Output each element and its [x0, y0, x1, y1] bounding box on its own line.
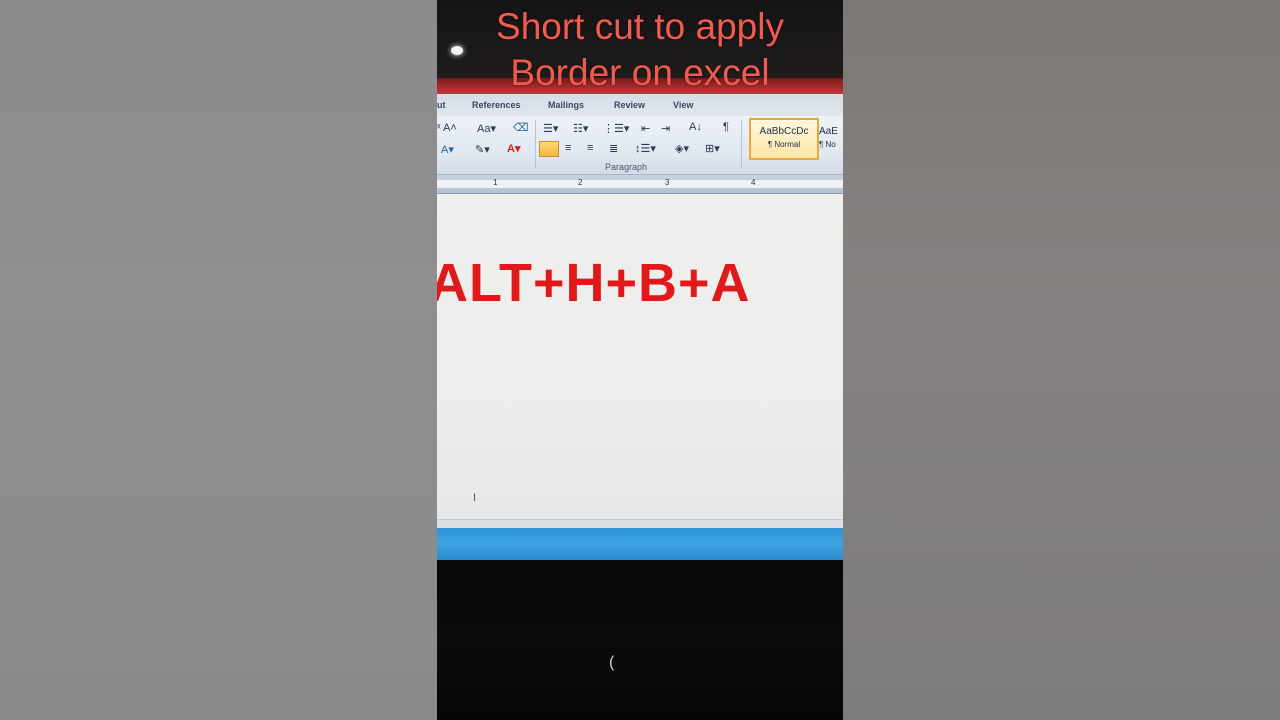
- tab-view[interactable]: View: [673, 100, 693, 110]
- group-divider: [741, 120, 742, 168]
- shortcut-text: ALT+H+B+A: [437, 253, 751, 313]
- style-no-spacing-preview: AaE: [819, 126, 838, 137]
- multilevel-list-icon[interactable]: ⋮☰▾: [603, 122, 629, 135]
- text-cursor-icon: I: [473, 492, 477, 504]
- align-right-icon[interactable]: ≡: [587, 142, 593, 154]
- reflection-glint: (: [609, 654, 615, 671]
- ribbon-home: ˣ A˄ Aa▾ ⌫ A▾ ✎▾ A▾ ☰▾ ☷▾ ⋮☰▾ ⇤ ⇥ A↓ ¶ ≡…: [437, 116, 843, 175]
- ruler-track: [437, 180, 843, 188]
- style-normal-preview: AaBbCcDc: [759, 126, 809, 137]
- document-page[interactable]: ALT+H+B+A I: [437, 194, 843, 528]
- show-marks-icon[interactable]: ¶: [723, 121, 729, 133]
- style-no-spacing[interactable]: AaE ¶ No: [819, 118, 843, 156]
- shrink-font-icon[interactable]: ˣ A˄: [437, 122, 457, 134]
- borders-icon[interactable]: ⊞▾: [705, 142, 720, 155]
- style-normal[interactable]: AaBbCcDc ¶ Normal: [749, 118, 819, 160]
- group-divider: [535, 120, 536, 168]
- video-caption: Short cut to apply Border on excel: [437, 4, 843, 96]
- right-backdrop: [843, 0, 1280, 720]
- font-color-icon[interactable]: A▾: [507, 142, 520, 155]
- monitor-bottom-bezel: [437, 560, 843, 720]
- ruler-number: 3: [665, 178, 670, 187]
- decrease-indent-icon[interactable]: ⇤: [641, 122, 650, 135]
- bullets-icon[interactable]: ☰▾: [543, 122, 558, 135]
- caption-line-1: Short cut to apply: [496, 6, 784, 47]
- shading-icon[interactable]: ◈▾: [675, 142, 689, 155]
- ruler-number: 1: [493, 178, 498, 187]
- tab-review[interactable]: Review: [614, 100, 645, 110]
- center-icon[interactable]: ≡: [565, 142, 571, 154]
- numbering-icon[interactable]: ☷▾: [573, 122, 588, 135]
- ruler-number: 4: [751, 178, 756, 187]
- sort-icon[interactable]: A↓: [689, 121, 702, 133]
- increase-indent-icon[interactable]: ⇥: [661, 122, 670, 135]
- change-case-icon[interactable]: Aa▾: [477, 122, 496, 135]
- line-spacing-icon[interactable]: ↕☰▾: [635, 142, 656, 155]
- horizontal-ruler[interactable]: 1 2 3 4: [437, 175, 843, 194]
- ruler-number: 2: [578, 178, 583, 187]
- align-left-button[interactable]: [539, 141, 559, 157]
- paragraph-group-label: Paragraph: [605, 162, 648, 172]
- video-frame: Short cut to apply Border on excel ut Re…: [437, 0, 843, 720]
- caption-line-2: Border on excel: [510, 52, 770, 93]
- taskbar: [437, 528, 843, 560]
- style-no-spacing-label: ¶ No: [819, 140, 836, 149]
- highlight-icon[interactable]: ✎▾: [475, 143, 490, 156]
- ribbon-tab-bar: ut References Mailings Review View: [437, 94, 843, 116]
- justify-icon[interactable]: ≣: [609, 142, 618, 155]
- tab-references[interactable]: References: [472, 100, 521, 110]
- left-backdrop: [0, 0, 437, 720]
- text-effects-icon[interactable]: A▾: [441, 143, 454, 156]
- style-normal-label: ¶ Normal: [767, 140, 801, 149]
- tab-ut[interactable]: ut: [437, 100, 446, 110]
- tab-mailings[interactable]: Mailings: [548, 100, 584, 110]
- clear-format-icon[interactable]: ⌫: [513, 121, 529, 134]
